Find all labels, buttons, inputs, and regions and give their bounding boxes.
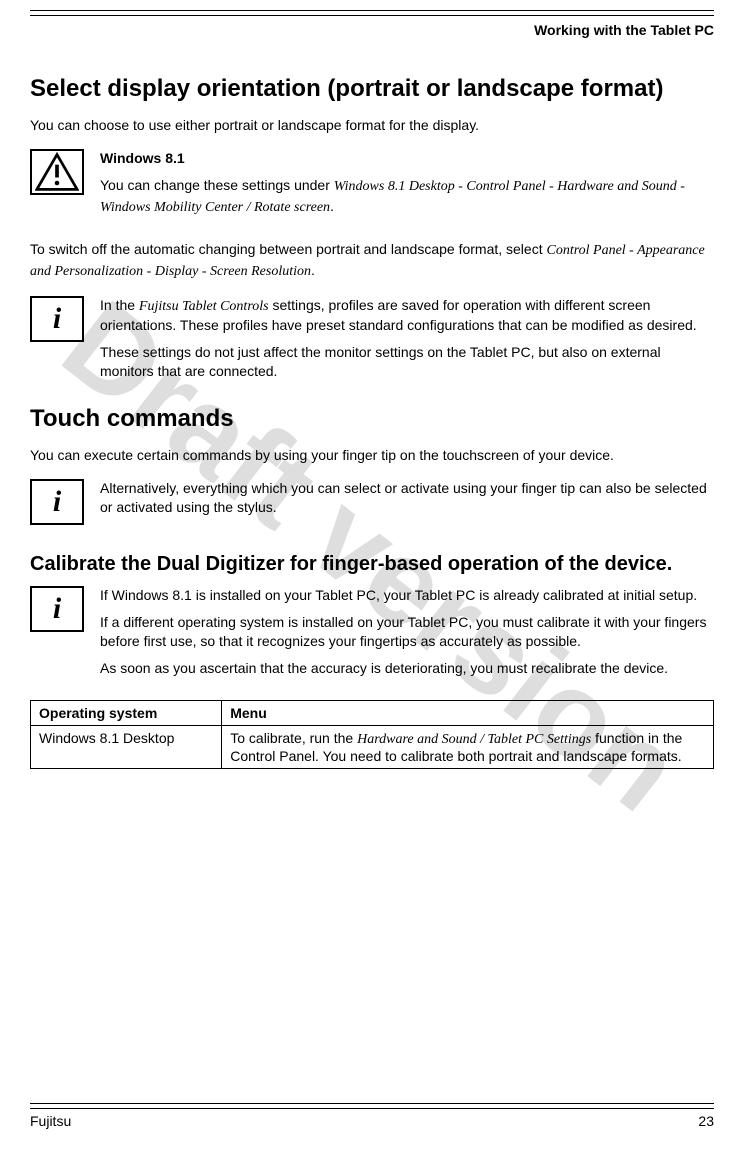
info3-p1: If Windows 8.1 is installed on your Tabl… xyxy=(100,586,714,605)
info-icon: i xyxy=(30,296,84,342)
info-icon: i xyxy=(30,479,84,525)
info-content-3: If Windows 8.1 is installed on your Tabl… xyxy=(100,586,714,686)
footer-page-number: 23 xyxy=(698,1113,714,1129)
section-calibrate-title: Calibrate the Dual Digitizer for finger-… xyxy=(30,553,714,576)
running-header: Working with the Tablet PC xyxy=(30,22,714,38)
warning-heading: Windows 8.1 xyxy=(100,149,714,168)
info-block-2: i Alternatively, everything which you ca… xyxy=(30,479,714,525)
page-footer: Fujitsu 23 xyxy=(30,1103,714,1129)
info1-p2: These settings do not just affect the mo… xyxy=(100,343,714,381)
info2-p1: Alternatively, everything which you can … xyxy=(100,479,714,517)
table-header-menu: Menu xyxy=(222,700,714,725)
info3-p3: As soon as you ascertain that the accura… xyxy=(100,659,714,678)
table-cell-menu: To calibrate, run the Hardware and Sound… xyxy=(222,725,714,768)
page-header: Working with the Tablet PC xyxy=(30,10,714,73)
info3-p2: If a different operating system is insta… xyxy=(100,613,714,651)
calibrate-table: Operating system Menu Windows 8.1 Deskto… xyxy=(30,700,714,769)
warning-content: Windows 8.1 You can change these setting… xyxy=(100,149,714,226)
section-select-orientation-intro: You can choose to use either portrait or… xyxy=(30,116,714,135)
page: Draft version Working with the Tablet PC… xyxy=(0,0,744,1159)
info1-p1: In the Fujitsu Tablet Controls settings,… xyxy=(100,296,714,336)
info-block-1: i In the Fujitsu Tablet Controls setting… xyxy=(30,296,714,390)
warning-block: Windows 8.1 You can change these setting… xyxy=(30,149,714,226)
info-icon: i xyxy=(30,586,84,632)
table-header-os: Operating system xyxy=(31,700,222,725)
info-block-3: i If Windows 8.1 is installed on your Ta… xyxy=(30,586,714,686)
info-content-2: Alternatively, everything which you can … xyxy=(100,479,714,525)
section-select-orientation-title: Select display orientation (portrait or … xyxy=(30,73,714,104)
page-content: Select display orientation (portrait or … xyxy=(30,73,714,1103)
warning-text: You can change these settings under Wind… xyxy=(100,176,714,218)
table-header-row: Operating system Menu xyxy=(31,700,714,725)
warning-icon xyxy=(30,149,84,195)
table-row: Windows 8.1 Desktop To calibrate, run th… xyxy=(31,725,714,768)
info-content-1: In the Fujitsu Tablet Controls settings,… xyxy=(100,296,714,390)
footer-brand: Fujitsu xyxy=(30,1113,71,1129)
section-touch-commands-intro: You can execute certain commands by usin… xyxy=(30,446,714,465)
section-touch-commands-title: Touch commands xyxy=(30,403,714,434)
table-cell-os: Windows 8.1 Desktop xyxy=(31,725,222,768)
switch-off-text: To switch off the automatic changing bet… xyxy=(30,240,714,282)
